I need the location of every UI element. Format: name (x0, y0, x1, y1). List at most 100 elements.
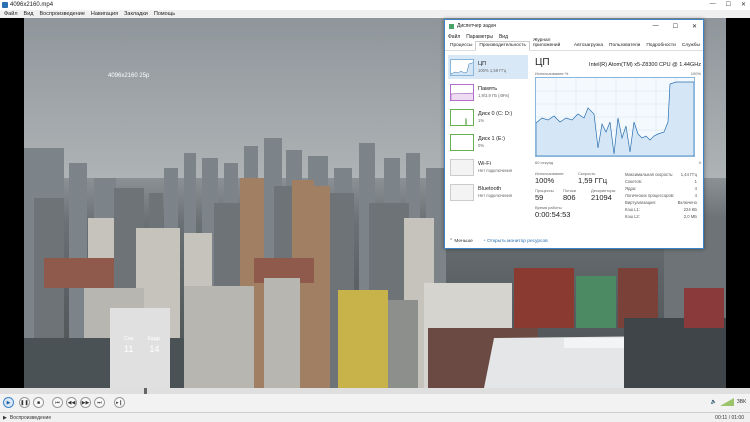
tm-maximize-button[interactable]: ☐ (673, 23, 678, 30)
resolution-osd: 4096x2160 25p (108, 73, 150, 79)
minimize-button[interactable]: — (710, 1, 716, 8)
usage-value: 100% (535, 176, 555, 185)
task-manager-tabs: Процессы Производительность Журнал прило… (445, 38, 703, 51)
side-name-bluetooth: Bluetooth (478, 186, 502, 192)
playback-stats-osd: Сек Кадр 11 14 (124, 336, 160, 354)
stop-button[interactable]: ■ (33, 397, 44, 408)
menu-help[interactable]: Помощь (154, 11, 175, 17)
side-name-disk0: Диск 0 (C: D:) (478, 111, 513, 117)
frame-step-icon: ▸❙ (116, 399, 123, 406)
side-name-memory: Память (478, 86, 498, 92)
side-name-wifi: Wi-Fi (478, 161, 491, 167)
side-item-disk1[interactable]: Диск 1 (E:) 0% (448, 130, 528, 154)
tm-menu-file[interactable]: Файл (448, 34, 460, 40)
forward-button[interactable]: ▶▶ (80, 397, 91, 408)
spec-key: Виртуализация: (625, 200, 656, 205)
side-sub-bluetooth: Нет подключения (478, 193, 513, 198)
side-name-disk1: Диск 1 (E:) (478, 136, 505, 142)
cpu-model: Intel(R) Atom(TM) x5-Z8300 CPU @ 1.44GHz (589, 62, 701, 68)
tm-minimize-button[interactable]: — (653, 23, 659, 30)
disk1-thumbnail (450, 133, 474, 151)
spec-value: 4 (694, 186, 697, 191)
fewer-details-button[interactable]: ⌃ Меньше (449, 239, 473, 244)
tab-services[interactable]: Службы (679, 42, 703, 50)
task-manager-footer: ⌃ Меньше ◔ Открыть монитор ресурсов (449, 239, 548, 244)
play-button[interactable]: ▶ (3, 397, 14, 408)
spec-key: Сокетов: (625, 179, 643, 184)
pause-button[interactable]: ❚❚ (19, 397, 30, 408)
speed-value: 1,59 ГГц (578, 176, 608, 185)
forward-icon: ▶▶ (81, 399, 90, 406)
side-item-disk0[interactable]: Диск 0 (C: D:) 1% (448, 105, 528, 129)
tab-processes[interactable]: Процессы (447, 42, 475, 50)
previous-button[interactable]: ⏮ (52, 397, 63, 408)
volume-control[interactable]: 🔈 ЗВК (710, 398, 746, 406)
speaker-icon: 🔈 (710, 399, 717, 405)
tab-app-history[interactable]: Журнал приложений (530, 37, 571, 50)
frame-step-button[interactable]: ▸❙ (114, 397, 125, 408)
side-item-memory[interactable]: Память 1,9/3,9 ГБ (49%) (448, 80, 528, 104)
menu-bookmarks[interactable]: Закладки (124, 11, 148, 17)
tm-menu-view[interactable]: Вид (499, 34, 508, 40)
side-sub-memory: 1,9/3,9 ГБ (49%) (478, 93, 510, 98)
menu-playback[interactable]: Воспроизведение (39, 11, 84, 17)
cpu-specs: Максимальная скорость: 1,44 ГГц Сокетов: 1… (625, 171, 697, 222)
stat-value-sec: 11 (124, 344, 134, 354)
cpu-thumbnail (450, 58, 474, 76)
next-button[interactable]: ⏭ (94, 397, 105, 408)
side-sub-cpu: 100% 1,59 ГГц (478, 68, 507, 73)
side-item-cpu[interactable]: ЦП 100% 1,59 ГГц (448, 55, 528, 79)
status-play-icon: ▶ (3, 414, 7, 421)
skip-forward-icon: ⏭ (97, 399, 102, 406)
close-button[interactable]: ✕ (741, 1, 746, 8)
memory-thumbnail (450, 83, 474, 101)
playback-time: 00:11 / 01:00 (715, 414, 744, 421)
playback-status: Воспроизведение (9, 414, 52, 421)
player-app-icon (2, 2, 8, 8)
spec-key: Максимальная скорость: (625, 172, 674, 177)
side-sub-disk0: 1% (478, 118, 485, 123)
bluetooth-thumbnail (450, 183, 474, 201)
tab-performance[interactable]: Производительность (475, 41, 530, 51)
side-item-wifi[interactable]: Wi-Fi Нет подключения (448, 155, 528, 179)
tab-details[interactable]: Подробности (643, 42, 678, 50)
skip-back-icon: ⏮ (55, 399, 60, 406)
resource-monitor-icon: ◔ (482, 239, 486, 244)
cpu-heading: ЦП (535, 57, 550, 68)
spec-value: 224 КБ (683, 207, 697, 212)
disk0-thumbnail (450, 108, 474, 126)
menu-view[interactable]: Вид (24, 11, 34, 17)
spec-key: Кэш L2: (625, 214, 640, 219)
task-manager-window[interactable]: Диспетчер задач — ☐ ✕ Файл Параметры Вид… (444, 19, 704, 249)
tab-startup[interactable]: Автозагрузка (571, 42, 606, 50)
menu-navigation[interactable]: Навигация (91, 11, 118, 17)
spec-value: 1,44 ГГц (680, 172, 697, 177)
player-titlebar: 4096x2160.mp4 — ☐ ✕ (0, 0, 750, 10)
stat-label-frame: Кадр (147, 336, 160, 342)
tm-close-button[interactable]: ✕ (692, 23, 697, 30)
spec-value: Включено (677, 200, 697, 205)
graph-label-seconds: 60 секунд (535, 160, 554, 165)
side-item-bluetooth[interactable]: Bluetooth Нет подключения (448, 180, 528, 204)
pause-icon: ❚❚ (20, 399, 29, 406)
tm-menu-options[interactable]: Параметры (466, 34, 493, 40)
rewind-button[interactable]: ◀◀ (66, 397, 77, 408)
cpu-detail-panel: ЦП Intel(R) Atom(TM) x5-Z8300 CPU @ 1.44… (535, 57, 701, 222)
menu-bar: Файл Вид Воспроизведение Навигация Закла… (0, 10, 750, 18)
task-manager-title: Диспетчер задач (457, 23, 497, 29)
stat-label-sec: Сек (124, 336, 134, 342)
status-bar: ▶ Воспроизведение 00:11 / 01:00 (0, 412, 750, 422)
tab-users[interactable]: Пользователи (606, 42, 643, 50)
spec-value: 2,0 МБ (683, 214, 697, 219)
graph-label-max: 100% (690, 71, 701, 76)
cpu-usage-graph (535, 77, 695, 157)
stat-value-frame: 14 (149, 344, 160, 354)
menu-file[interactable]: Файл (4, 11, 18, 17)
spec-key: Кэш L1: (625, 207, 640, 212)
volume-slider[interactable] (719, 398, 734, 406)
open-resource-monitor-link[interactable]: ◔ Открыть монитор ресурсов (483, 239, 548, 244)
side-name-cpu: ЦП (478, 61, 487, 67)
maximize-button[interactable]: ☐ (726, 1, 731, 8)
task-manager-menu: Файл Параметры Вид (445, 32, 703, 41)
task-manager-window-controls: — ☐ ✕ (653, 23, 697, 30)
